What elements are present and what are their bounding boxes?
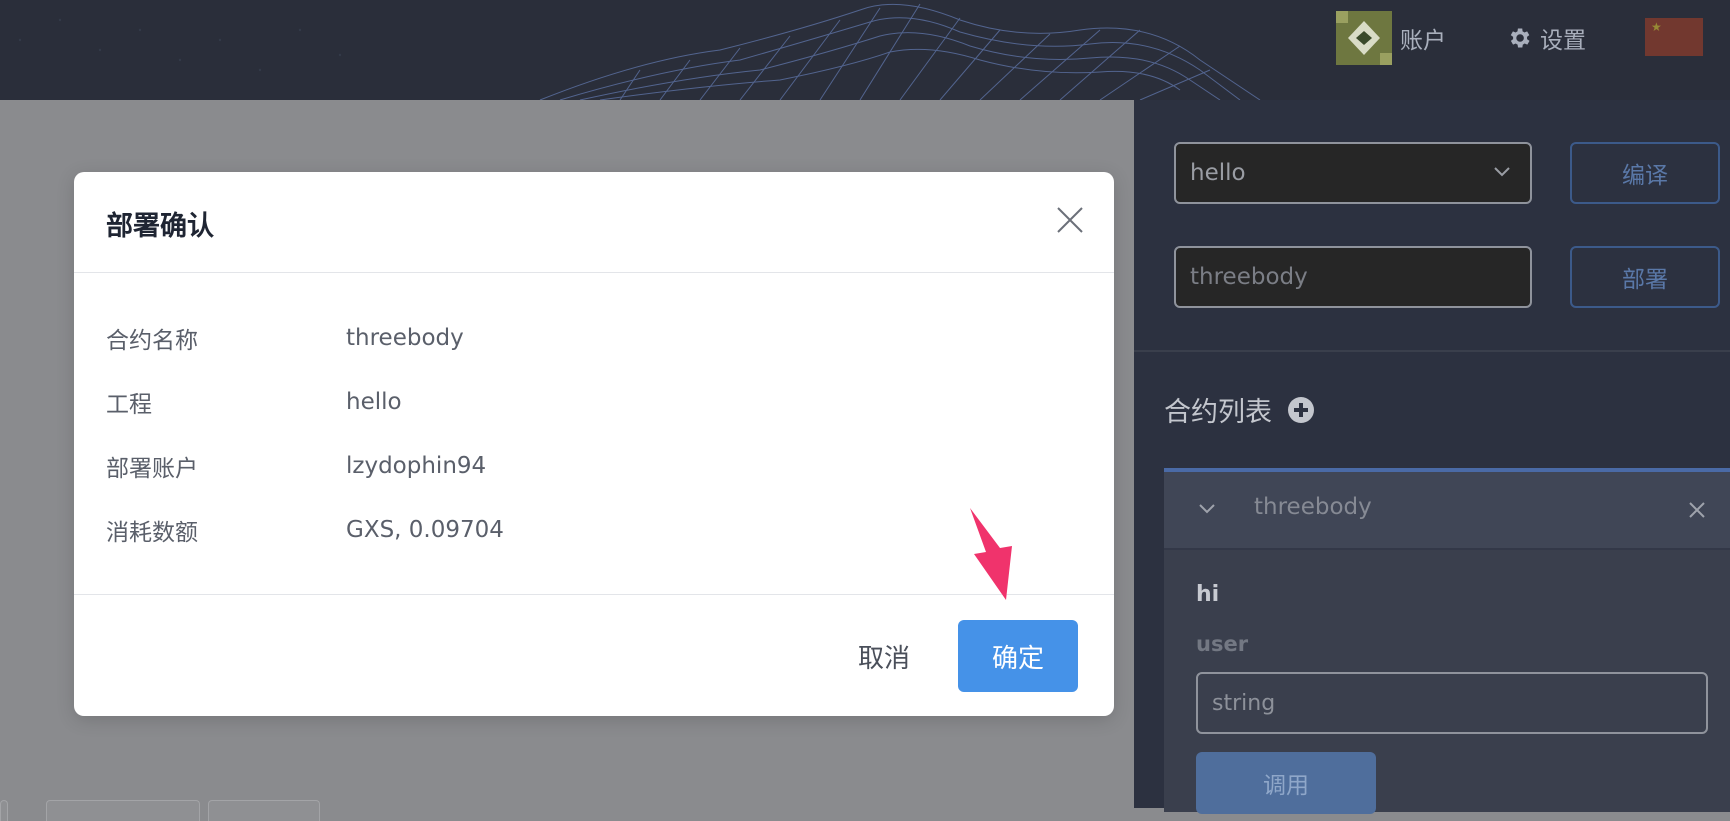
param-input[interactable]: string — [1196, 672, 1708, 734]
info-label: 消耗数额 — [106, 520, 198, 546]
editor-tab — [46, 800, 200, 821]
param-label: user — [1196, 632, 1249, 656]
chevron-down-icon — [1494, 167, 1510, 177]
avatar — [1336, 11, 1392, 65]
contract-list-header: 合约列表 — [1164, 390, 1314, 429]
deploy-button[interactable]: 部署 — [1570, 246, 1720, 308]
compile-button[interactable]: 编译 — [1570, 142, 1720, 204]
contract-list-title: 合约列表 — [1164, 397, 1272, 428]
info-label: 工程 — [106, 392, 152, 418]
account-label: 账户 — [1400, 28, 1446, 54]
info-row: 工程 hello — [106, 382, 402, 422]
info-value: GXS, 0.09704 — [346, 517, 504, 543]
settings-menu[interactable]: 设置 — [1506, 18, 1586, 58]
identicon-icon — [1336, 11, 1392, 65]
project-select-value: hello — [1190, 160, 1246, 186]
close-icon[interactable] — [1688, 501, 1706, 519]
pointer-arrow-icon — [970, 508, 1012, 600]
editor-tab — [208, 800, 320, 821]
cancel-button[interactable]: 取消 — [834, 620, 934, 692]
contract-name-input[interactable]: threebody — [1174, 246, 1532, 308]
editor-tab — [0, 800, 8, 821]
info-label: 部署账户 — [106, 456, 198, 482]
top-header: 账户 设置 ★ — [0, 0, 1730, 100]
info-value: hello — [346, 389, 402, 415]
contract-card-header[interactable]: threebody — [1164, 472, 1730, 550]
gear-icon — [1510, 28, 1530, 48]
close-icon[interactable] — [1054, 204, 1086, 236]
project-select[interactable]: hello — [1174, 142, 1532, 204]
info-value: threebody — [346, 325, 464, 351]
info-row: 部署账户 lzydophin94 — [106, 446, 486, 486]
info-label: 合约名称 — [106, 328, 198, 354]
method-name: hi — [1196, 582, 1220, 607]
divider — [1134, 350, 1730, 352]
contract-card: threebody hi user string 调用 — [1164, 468, 1730, 814]
account-menu[interactable]: 账户 — [1336, 11, 1446, 65]
divider — [74, 272, 1114, 273]
add-contract-icon[interactable] — [1288, 396, 1314, 423]
chevron-down-icon[interactable] — [1198, 502, 1216, 516]
language-flag-icon[interactable]: ★ — [1645, 18, 1703, 56]
info-row: 合约名称 threebody — [106, 318, 464, 358]
wireframe-terrain-graphic — [18, 3, 1261, 100]
settings-label: 设置 — [1540, 28, 1586, 54]
divider — [74, 594, 1114, 595]
dialog-title: 部署确认 — [106, 211, 214, 242]
call-button[interactable]: 调用 — [1196, 752, 1376, 814]
info-row: 消耗数额 GXS, 0.09704 — [106, 510, 504, 550]
deploy-confirm-dialog: 部署确认 合约名称 threebody 工程 hello 部署账户 lzydop… — [74, 172, 1114, 716]
contract-name: threebody — [1254, 494, 1372, 520]
info-value: lzydophin94 — [346, 453, 487, 479]
right-panel: hello 编译 threebody 部署 合约列表 threebody hi … — [1134, 100, 1730, 814]
confirm-button[interactable]: 确定 — [958, 620, 1078, 692]
